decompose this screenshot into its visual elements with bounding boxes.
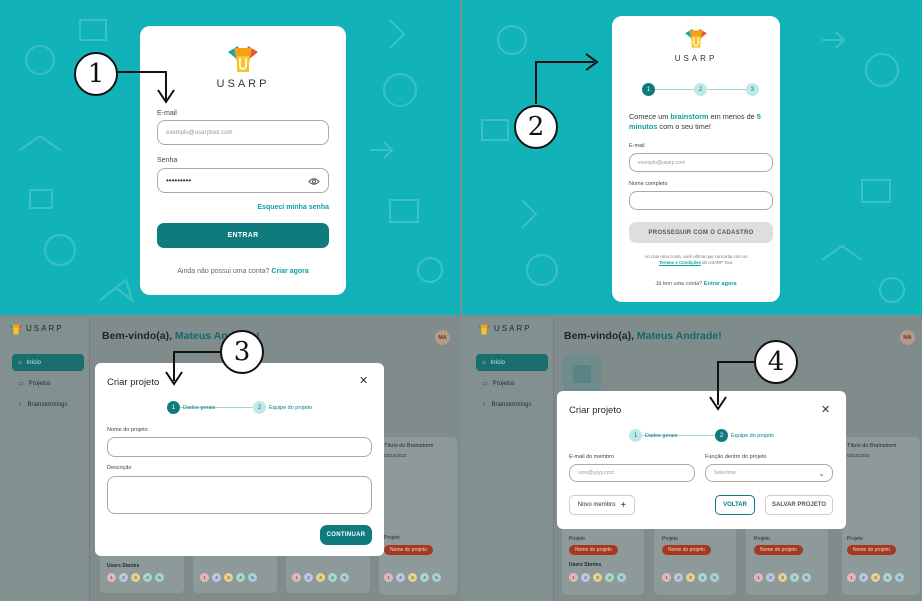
callout-arrow-4 (709, 361, 754, 411)
panel-login: USARP E-mail exemplo@usarptool.com Senha… (0, 0, 460, 315)
callout-arrow-3 (165, 351, 220, 386)
panel-signup: USARP 1 2 3 Comece um brainstorm em meno… (462, 0, 922, 315)
panel-create-project-step1: USARP ⌂ Início ▭ Projetos ♀ Brainstormings … (0, 317, 460, 601)
callout-arrow-1 (118, 71, 175, 104)
callout-arrow-2 (535, 53, 599, 104)
panel-create-project-step2: USARP ⌂ Início ▭ Projetos ♀ Brainstormings … (462, 317, 922, 601)
